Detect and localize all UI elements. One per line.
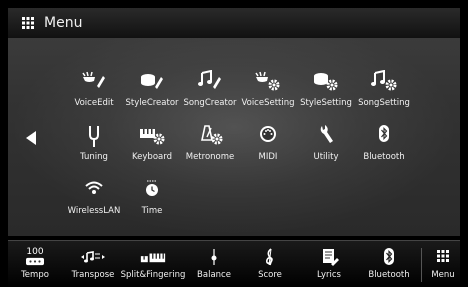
tempo-icon [26,257,44,266]
midi-icon [260,126,276,142]
wifi-icon [85,181,103,194]
title-bar: Menu [8,8,460,39]
balance-slider-icon [211,249,217,265]
style-creator-icon [141,74,163,89]
transpose-icon [81,251,105,263]
treble-clef-icon [266,248,273,266]
menu-item-bluetooth[interactable]: Bluetooth [349,124,419,170]
wrench-icon [320,125,333,143]
bottom-button-tempo[interactable]: 100 Tempo [7,246,63,286]
bottom-button-menu[interactable]: Menu [418,246,468,286]
bottom-button-bluetooth[interactable]: Bluetooth [361,246,417,286]
clock-icon [146,180,158,196]
keyboard-setting-icon [140,129,165,145]
metronome-icon [201,125,223,145]
grid-icon [437,250,449,262]
bottom-button-balance[interactable]: Balance [186,246,242,286]
voice-setting-icon [255,71,280,91]
song-setting-icon [371,70,397,91]
bluetooth-icon [384,248,394,265]
page-title: Menu [44,15,83,31]
grid-icon [22,17,34,29]
style-setting-icon [314,73,338,91]
menu-item-song-setting[interactable]: SongSetting [349,70,419,116]
previous-page-arrow-icon[interactable] [26,131,36,145]
bottom-button-lyrics[interactable]: Lyrics [301,246,357,286]
tempo-value: 100 [26,247,44,257]
menu-item-time[interactable]: Time [117,178,187,224]
menu-screen: Menu VoiceEdit StyleCreator SongCreator [0,0,468,287]
bottom-button-score[interactable]: Score [242,246,298,286]
song-creator-icon [198,70,221,89]
split-fingering-icon [140,253,166,263]
bluetooth-icon [379,125,389,142]
voice-edit-icon [82,71,105,88]
lyrics-icon [323,249,339,266]
bottom-button-transpose[interactable]: Transpose [65,246,121,286]
tuning-fork-icon [89,126,99,147]
bottom-button-split-fingering[interactable]: Split&Fingering [121,246,185,286]
